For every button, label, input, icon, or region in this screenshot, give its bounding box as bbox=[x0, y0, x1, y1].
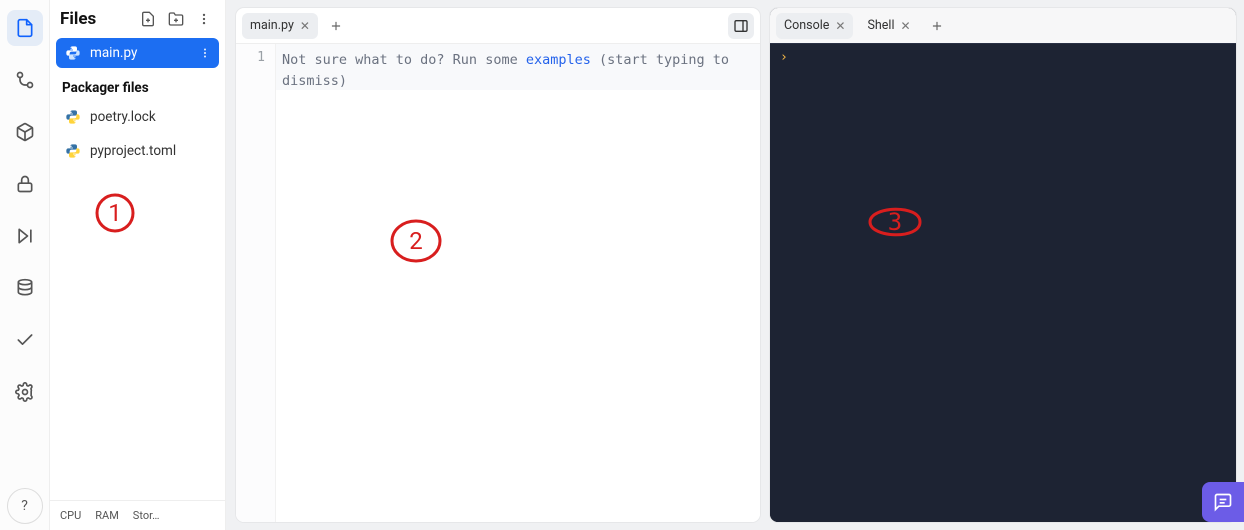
sidebar-title: Files bbox=[60, 9, 131, 29]
editor-blank[interactable] bbox=[276, 90, 760, 522]
add-tab-button[interactable] bbox=[324, 14, 348, 38]
close-icon[interactable]: ✕ bbox=[300, 19, 310, 33]
ram-meter[interactable]: RAM bbox=[95, 509, 119, 522]
examples-link[interactable]: examples bbox=[526, 52, 591, 68]
line-number: 1 bbox=[236, 50, 265, 65]
hint-prefix: Not sure what to do? Run some bbox=[282, 52, 526, 68]
lock-icon[interactable] bbox=[7, 166, 43, 202]
file-poetry-lock[interactable]: poetry.lock bbox=[56, 102, 219, 132]
files-icon[interactable] bbox=[7, 10, 43, 46]
file-label: pyproject.toml bbox=[90, 143, 211, 159]
editor-panel-icon[interactable] bbox=[728, 13, 754, 39]
svg-text:1: 1 bbox=[108, 199, 122, 227]
console-body[interactable]: › 3 bbox=[770, 44, 1236, 522]
resource-footer: CPU RAM Stor… bbox=[50, 500, 225, 530]
tab-label: main.py bbox=[250, 18, 294, 33]
tab-label: Shell bbox=[867, 18, 894, 33]
console-prompt-icon: › bbox=[780, 50, 788, 65]
packager-section-title: Packager files bbox=[50, 70, 225, 100]
tab-console[interactable]: Console ✕ bbox=[776, 13, 853, 39]
file-pyproject-toml[interactable]: pyproject.toml bbox=[56, 136, 219, 166]
chat-button[interactable] bbox=[1202, 482, 1244, 522]
close-icon[interactable]: ✕ bbox=[901, 19, 911, 33]
annotation-1: 1 bbox=[90, 188, 140, 238]
close-icon[interactable]: ✕ bbox=[835, 19, 845, 33]
cpu-meter[interactable]: CPU bbox=[60, 509, 81, 522]
file-sidebar: Files main.py Packager files bbox=[50, 0, 226, 530]
new-file-icon[interactable] bbox=[137, 8, 159, 30]
settings-icon[interactable] bbox=[7, 374, 43, 410]
tab-main-py[interactable]: main.py ✕ bbox=[242, 13, 318, 39]
file-label: main.py bbox=[90, 45, 191, 61]
packages-icon[interactable] bbox=[7, 114, 43, 150]
storage-meter[interactable]: Stor… bbox=[133, 509, 160, 522]
file-label: poetry.lock bbox=[90, 109, 211, 125]
database-icon[interactable] bbox=[7, 270, 43, 306]
tab-shell[interactable]: Shell ✕ bbox=[859, 13, 918, 39]
app-root: ? Files main.py Packager files bbox=[0, 0, 1244, 530]
console-pane: Console ✕ Shell ✕ › 3 bbox=[770, 8, 1236, 522]
python-file-icon bbox=[64, 44, 82, 62]
help-label: ? bbox=[21, 498, 28, 514]
python-file-icon bbox=[64, 108, 82, 126]
sidebar-more-icon[interactable] bbox=[193, 8, 215, 30]
annotation-3: 3 bbox=[860, 194, 930, 250]
editor-body[interactable]: 1 Not sure what to do? Run some examples… bbox=[236, 44, 760, 522]
svg-text:3: 3 bbox=[888, 208, 902, 236]
add-tab-button[interactable] bbox=[925, 14, 949, 38]
editor-tabbar: main.py ✕ bbox=[236, 8, 760, 44]
help-button[interactable]: ? bbox=[7, 488, 43, 524]
console-tabbar: Console ✕ Shell ✕ bbox=[770, 8, 1236, 44]
tool-rail: ? bbox=[0, 0, 50, 530]
new-folder-icon[interactable] bbox=[165, 8, 187, 30]
file-main-py[interactable]: main.py bbox=[56, 38, 219, 68]
panes: main.py ✕ 1 Not sure what to do? Run som… bbox=[226, 0, 1244, 530]
line-gutter: 1 bbox=[236, 44, 276, 522]
git-icon[interactable] bbox=[7, 62, 43, 98]
check-icon[interactable] bbox=[7, 322, 43, 358]
tab-label: Console bbox=[784, 18, 829, 33]
editor-pane: main.py ✕ 1 Not sure what to do? Run som… bbox=[236, 8, 760, 522]
sidebar-header: Files bbox=[50, 0, 225, 36]
python-file-icon bbox=[64, 142, 82, 160]
run-icon[interactable] bbox=[7, 218, 43, 254]
file-more-icon[interactable] bbox=[199, 47, 211, 59]
